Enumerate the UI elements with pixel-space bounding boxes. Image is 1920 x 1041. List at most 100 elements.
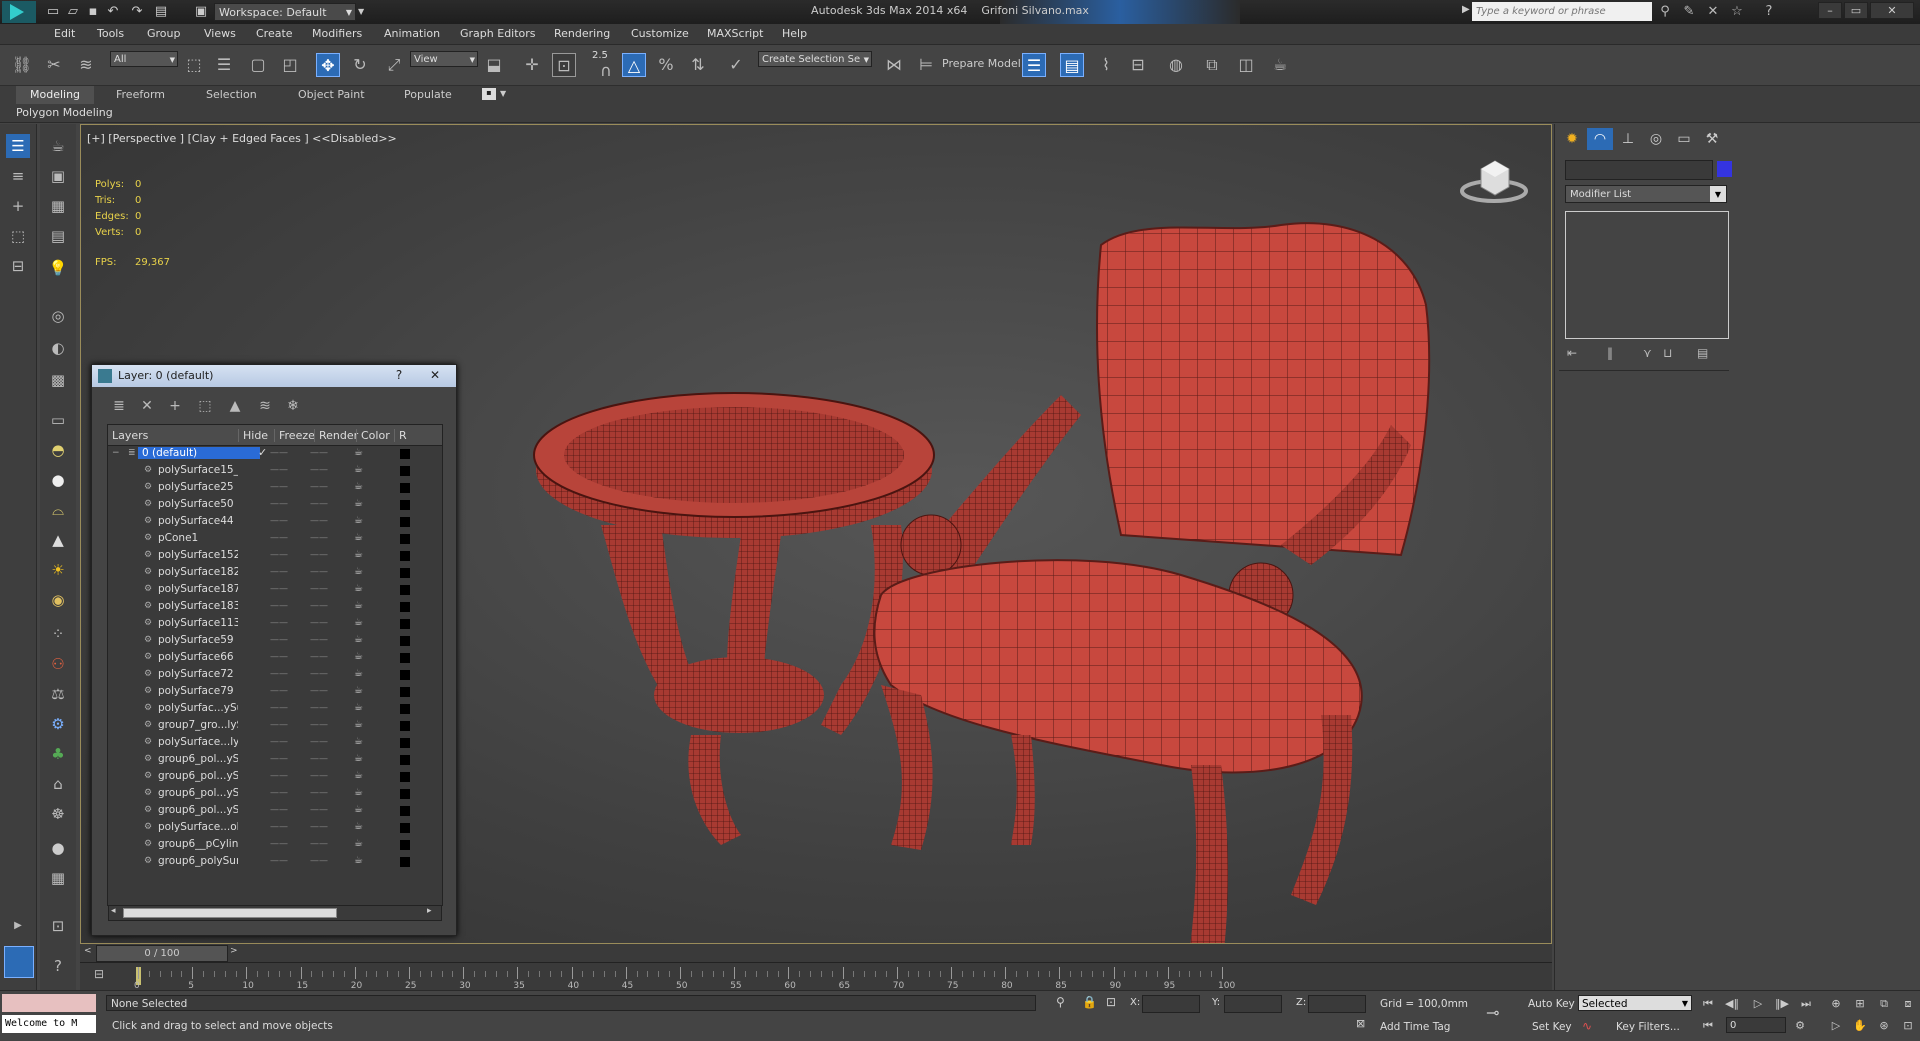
- rendered-frame-window-icon[interactable]: ◫: [1234, 53, 1258, 77]
- mini-curve-editor-icon[interactable]: ⊟: [94, 967, 104, 981]
- layer-explorer-icon[interactable]: ▤: [1060, 53, 1084, 77]
- hide-toggle[interactable]: ——: [270, 533, 288, 543]
- hide-toggle[interactable]: ——: [270, 584, 288, 594]
- next-frame-icon[interactable]: >: [230, 946, 238, 956]
- tab-populate[interactable]: Populate: [390, 86, 466, 104]
- menu-group[interactable]: Group: [147, 27, 181, 40]
- favorites-star-icon[interactable]: ☆: [1728, 3, 1746, 21]
- sun-icon[interactable]: ☀: [46, 558, 70, 582]
- modify-tab-icon[interactable]: ◠: [1587, 128, 1613, 150]
- dome-icon[interactable]: ◓: [46, 438, 70, 462]
- freeze-toggle[interactable]: ——: [310, 822, 328, 832]
- checker-icon[interactable]: ▦: [46, 866, 70, 890]
- key-mode-dropdown[interactable]: Selected ▼: [1578, 995, 1692, 1011]
- col-hide[interactable]: Hide: [238, 429, 268, 442]
- zoom-icon[interactable]: ⊕: [1826, 995, 1846, 1013]
- object-name[interactable]: polySurface182: [158, 566, 238, 578]
- ribbon-options-icon[interactable]: ▪: [482, 88, 496, 100]
- layer-color-swatch[interactable]: [400, 738, 410, 748]
- freeze-toggle[interactable]: ——: [310, 788, 328, 798]
- close-button[interactable]: ✕: [1870, 2, 1914, 19]
- object-name[interactable]: pCone1: [158, 532, 238, 544]
- hide-toggle[interactable]: ——: [270, 686, 288, 696]
- sphere-icon[interactable]: ●: [46, 468, 70, 492]
- z-coordinate-input[interactable]: [1308, 995, 1366, 1013]
- layer-row[interactable]: ⚙ pCone1 —— —— ☕: [108, 530, 442, 547]
- render-teapot-icon[interactable]: ☕: [354, 838, 363, 849]
- menu-rendering[interactable]: Rendering: [554, 27, 610, 40]
- layer-color-swatch[interactable]: [400, 721, 410, 731]
- side-table-model[interactable]: [533, 392, 935, 845]
- layer-color-swatch[interactable]: [400, 619, 410, 629]
- object-name[interactable]: polySurface72: [158, 668, 238, 680]
- curve-editor-icon[interactable]: ⌇: [1094, 53, 1118, 77]
- light-bulb-icon[interactable]: 💡: [46, 256, 70, 280]
- layer-color-swatch[interactable]: [400, 568, 410, 578]
- hide-toggle[interactable]: ——: [270, 516, 288, 526]
- layer-color-swatch[interactable]: [400, 534, 410, 544]
- menu-help[interactable]: Help: [782, 27, 807, 40]
- teapot-icon[interactable]: ☕: [46, 134, 70, 158]
- render-teapot-icon[interactable]: ☕: [354, 753, 363, 764]
- layer-color-swatch[interactable]: [400, 857, 410, 867]
- prepare-model-label[interactable]: Prepare Model: [942, 57, 1021, 70]
- menu-create[interactable]: Create: [256, 27, 293, 40]
- layer-row[interactable]: ⚙ polySurface...oly —— —— ☕: [108, 819, 442, 836]
- minimize-button[interactable]: –: [1818, 2, 1842, 19]
- scene-explorer-select-icon[interactable]: ☰: [6, 134, 30, 158]
- pin-stack-icon[interactable]: ⇤: [1567, 346, 1577, 360]
- freeze-toggle[interactable]: ——: [310, 686, 328, 696]
- hide-toggle[interactable]: ——: [270, 465, 288, 475]
- hide-toggle[interactable]: ——: [270, 601, 288, 611]
- render-teapot-icon[interactable]: ☕: [354, 668, 363, 679]
- hide-toggle[interactable]: ——: [270, 805, 288, 815]
- select-link-icon[interactable]: ⛓: [10, 53, 34, 77]
- undo-icon[interactable]: ↶: [104, 3, 122, 21]
- menu-animation[interactable]: Animation: [384, 27, 440, 40]
- rectangular-selection-icon[interactable]: ▢: [246, 53, 270, 77]
- object-name[interactable]: polySurface79: [158, 685, 238, 697]
- layer-row[interactable]: ⚙ polySurface...lyS —— —— ☕: [108, 734, 442, 751]
- layer-dialog-header[interactable]: Layer: 0 (default) ? ✕: [92, 365, 456, 387]
- angle-snap-icon[interactable]: △: [622, 53, 646, 77]
- geosphere-icon[interactable]: ⌓: [46, 498, 70, 522]
- menu-edit[interactable]: Edit: [54, 27, 75, 40]
- select-object-icon[interactable]: ⬚: [182, 53, 206, 77]
- layer-row[interactable]: ⚙ polySurface79 —— —— ☕: [108, 683, 442, 700]
- layer-color-swatch[interactable]: [400, 687, 410, 697]
- freeze-toggle[interactable]: ——: [310, 533, 328, 543]
- layer-name[interactable]: 0 (default): [138, 447, 260, 459]
- hide-toggle[interactable]: ——: [270, 856, 288, 866]
- maximize-button[interactable]: ▭: [1844, 2, 1868, 19]
- film-icon[interactable]: ▩: [46, 368, 70, 392]
- freeze-toggle[interactable]: ——: [310, 465, 328, 475]
- key-mode-toggle-icon[interactable]: ⏮: [1698, 1017, 1718, 1035]
- layer-row[interactable]: ⚙ group7_gro...lyS —— —— ☕: [108, 717, 442, 734]
- render-teapot-icon[interactable]: ☕: [354, 583, 363, 594]
- hierarchy-tab-icon[interactable]: ⊥: [1615, 128, 1641, 150]
- save-icon[interactable]: ▪: [84, 3, 102, 21]
- next-frame-button-icon[interactable]: ‖▶: [1772, 995, 1792, 1013]
- chevron-down-icon[interactable]: ▼: [500, 89, 506, 98]
- render-teapot-icon[interactable]: ☕: [354, 464, 363, 475]
- freeze-toggle[interactable]: ——: [310, 720, 328, 730]
- layer-color-swatch[interactable]: [400, 551, 410, 561]
- layer-row-default[interactable]: − ≣ 0 (default) ✓ —— —— ☕: [108, 445, 442, 462]
- modifier-stack[interactable]: [1565, 211, 1729, 339]
- layer-row[interactable]: ⚙ group6_pol...ySu —— —— ☕: [108, 785, 442, 802]
- object-name[interactable]: polySurface...oly: [158, 821, 238, 833]
- render-teapot-icon[interactable]: ☕: [354, 787, 363, 798]
- layer-row[interactable]: ⚙ polySurface66 —— —— ☕: [108, 649, 442, 666]
- freeze-toggle[interactable]: ——: [310, 652, 328, 662]
- helper-icon[interactable]: ⚖: [46, 682, 70, 706]
- layer-color-swatch[interactable]: [400, 755, 410, 765]
- help-button[interactable]: ?: [386, 367, 412, 384]
- auto-key-button[interactable]: Auto Key: [1528, 998, 1575, 1010]
- project-folder-icon[interactable]: ▣: [192, 3, 210, 21]
- freeze-toggle[interactable]: ——: [310, 771, 328, 781]
- render-production-icon[interactable]: ☕: [1268, 53, 1292, 77]
- freeze-all-layers-icon[interactable]: ❄: [282, 395, 304, 417]
- track-bar[interactable]: ⊟ 0 5 10 15 20 25 30 35 40 45 50 55 60 65 70 75 80 85 90 95…: [80, 962, 1552, 991]
- layer-row[interactable]: ⚙ group6_polySurf —— —— ☕: [108, 853, 442, 870]
- set-key-button[interactable]: Set Key: [1532, 1021, 1572, 1033]
